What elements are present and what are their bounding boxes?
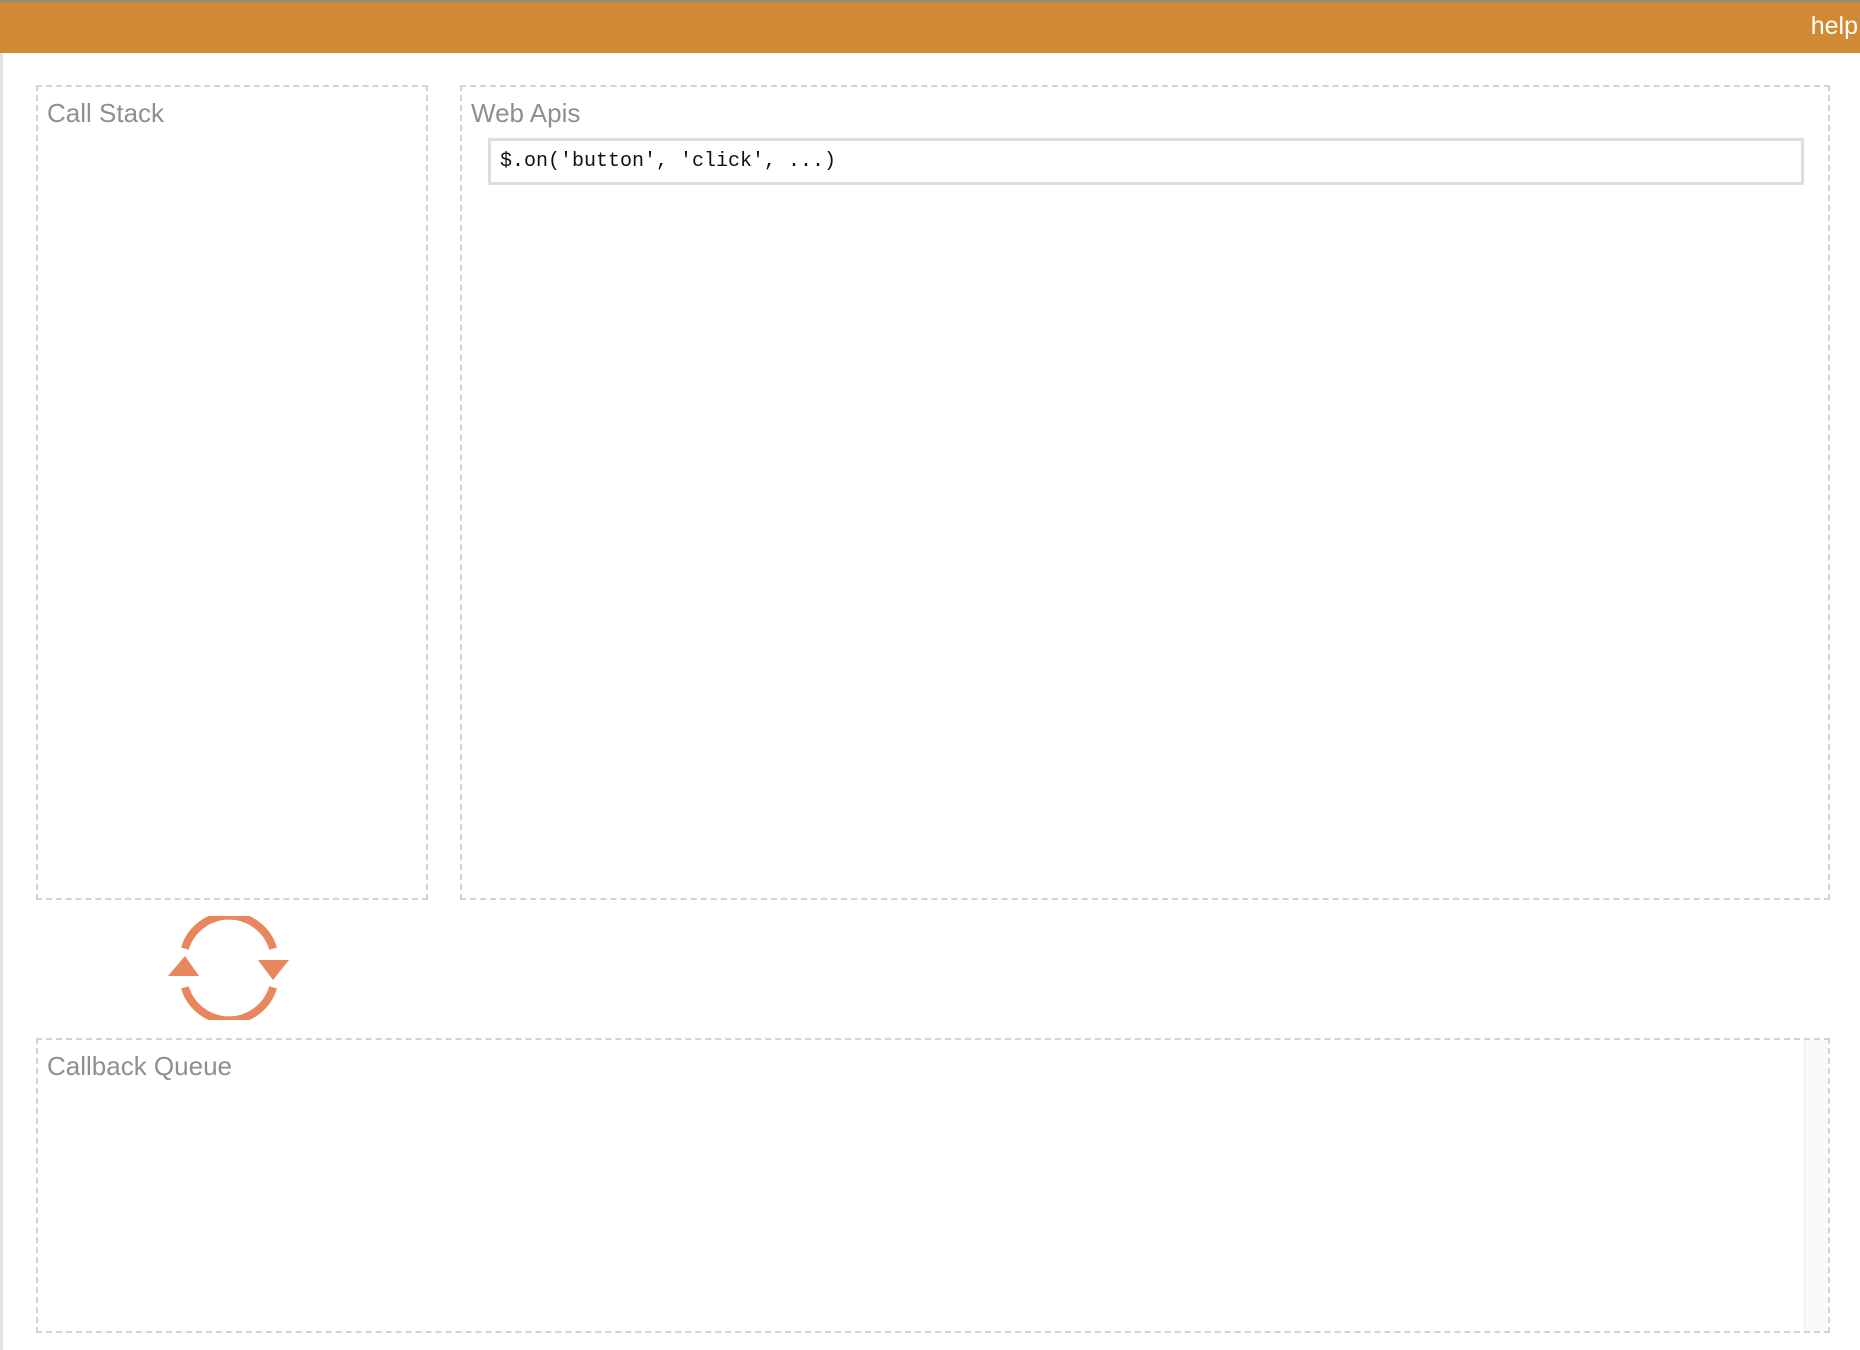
event-loop-refresh-icon — [168, 916, 290, 1020]
web-api-item: $.on('button', 'click', ...) — [488, 138, 1804, 185]
web-apis-panel: Web Apis $.on('button', 'click', ...) — [460, 85, 1830, 900]
callback-queue-panel: Callback Queue — [36, 1038, 1830, 1333]
callback-queue-title: Callback Queue — [47, 1051, 232, 1081]
top-bar: help — [0, 0, 1860, 53]
web-apis-title: Web Apis — [471, 98, 581, 128]
call-stack-title: Call Stack — [47, 98, 165, 128]
call-stack-panel: Call Stack — [36, 85, 428, 900]
help-link[interactable]: help — [1811, 11, 1858, 41]
loupe-visualizer: help Call Stack Web Apis $.on('button', … — [0, 0, 1860, 1350]
callback-queue-scrollbar[interactable] — [1804, 1040, 1828, 1331]
left-divider — [0, 53, 3, 1350]
